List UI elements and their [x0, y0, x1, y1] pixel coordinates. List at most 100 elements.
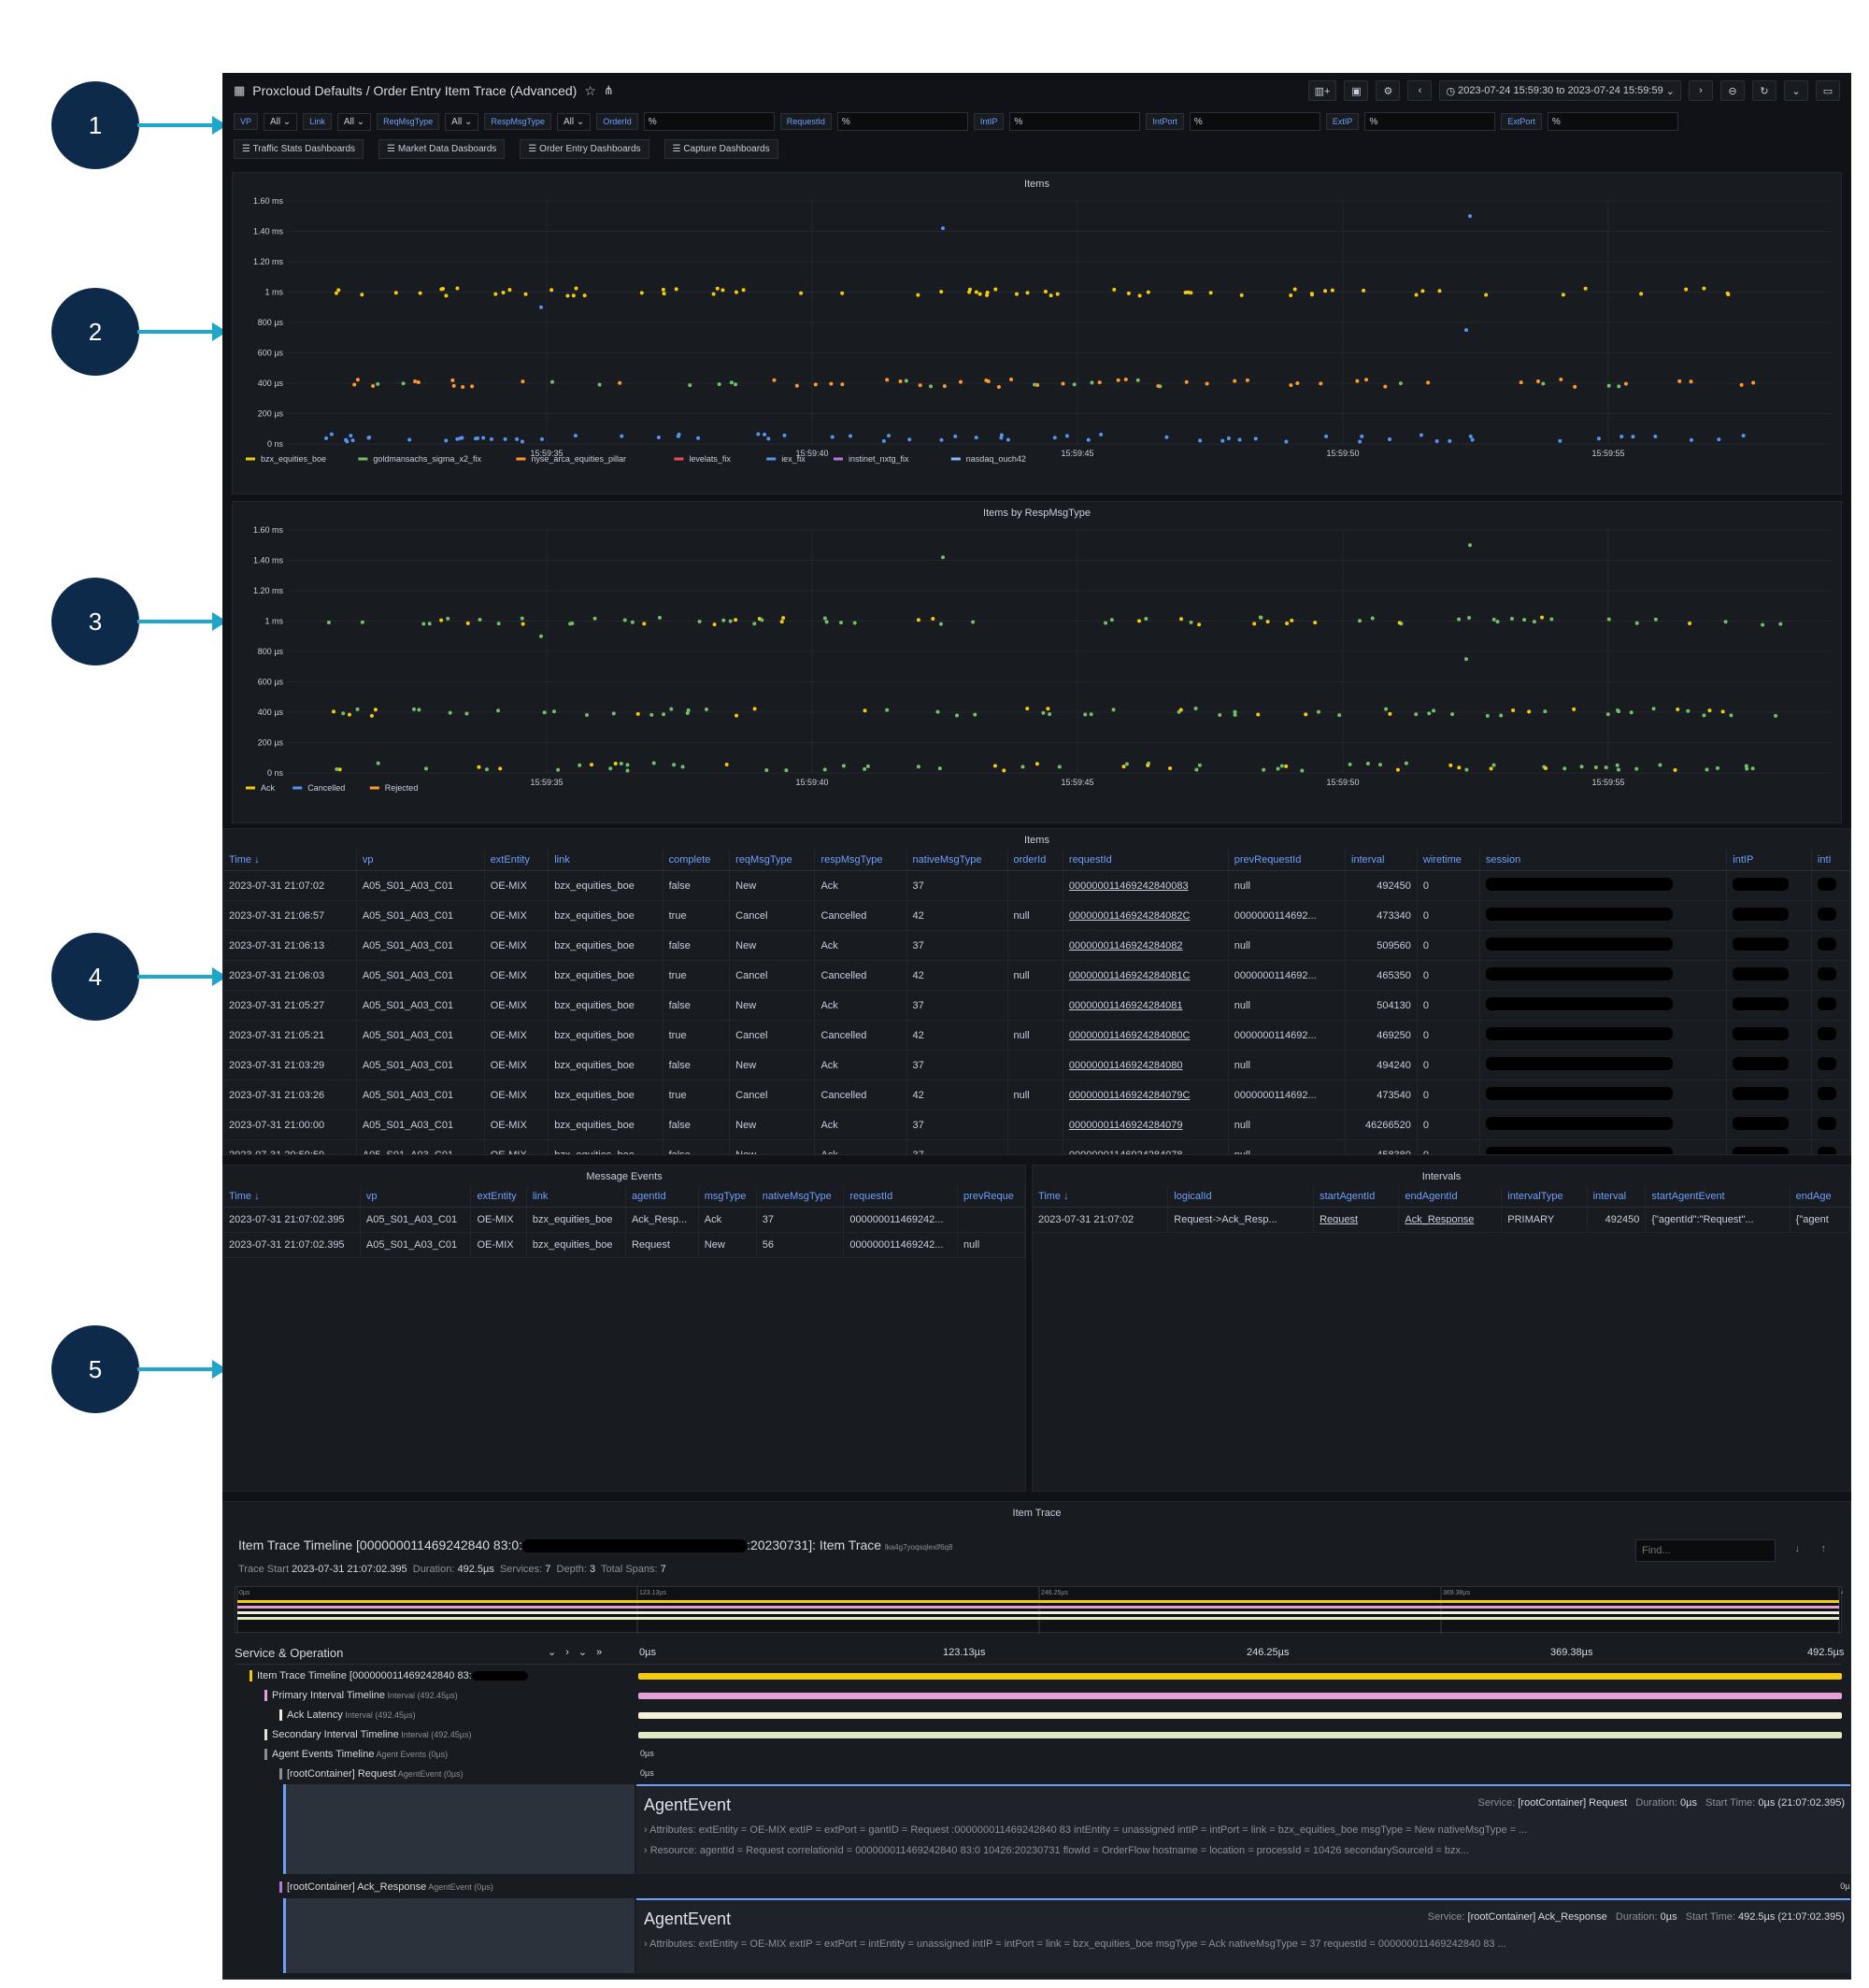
- span-row[interactable]: Agent Events Timeline Agent Events (0µs)…: [235, 1745, 1850, 1765]
- table-row[interactable]: 2023-07-31 21:07:02 A05_S01_A03_C01 OE-MIX…: [223, 870, 1850, 901]
- link-order-entry[interactable]: ☰ Order Entry Dashboards: [520, 138, 649, 159]
- column-header[interactable]: interval: [1587, 1186, 1647, 1208]
- column-header[interactable]: logicalId: [1167, 1186, 1315, 1208]
- column-header[interactable]: Time ↓: [223, 850, 357, 871]
- span-label[interactable]: Agent Events Timeline Agent Events (0µs): [235, 1745, 636, 1765]
- column-header[interactable]: orderId: [1007, 850, 1063, 871]
- span-row[interactable]: Ack Latency Interval (492.45µs): [235, 1706, 1850, 1725]
- column-header[interactable]: startAgentEvent: [1645, 1186, 1791, 1208]
- agent-attributes[interactable]: › Attributes: extEntity = OE-MIX extIP =…: [644, 1824, 1847, 1836]
- column-header[interactable]: startAgentId: [1313, 1186, 1400, 1208]
- var-requestid-input[interactable]: [836, 112, 968, 131]
- column-header[interactable]: endAgentId: [1398, 1186, 1503, 1208]
- var-link-select[interactable]: All ⌄: [336, 112, 372, 131]
- column-header[interactable]: link: [526, 1186, 626, 1208]
- legend-item[interactable]: nyse_arca_equities_pillar: [531, 454, 626, 464]
- zoom-out-icon[interactable]: ⊖: [1720, 80, 1745, 101]
- link-traffic-stats[interactable]: ☰ Traffic Stats Dashboards: [234, 138, 364, 159]
- table-row[interactable]: 2023-07-31 21:07:02.395 A05_S01_A03_C01 OE…: [223, 1207, 1025, 1233]
- legend-item[interactable]: Cancelled: [307, 783, 345, 793]
- var-intport-input[interactable]: [1189, 112, 1320, 131]
- column-header[interactable]: agentId: [625, 1186, 699, 1208]
- span-row-ack-response[interactable]: [rootContainer] Ack_Response AgentEvent …: [235, 1878, 1850, 1897]
- column-header[interactable]: msgType: [698, 1186, 757, 1208]
- time-back-button[interactable]: ‹: [1407, 80, 1433, 101]
- span-label[interactable]: Secondary Interval Timeline Interval (49…: [235, 1725, 636, 1745]
- column-header[interactable]: Time ↓: [223, 1186, 361, 1208]
- span-row[interactable]: Secondary Interval Timeline Interval (49…: [235, 1725, 1850, 1745]
- var-orderid-input[interactable]: [643, 112, 775, 131]
- var-reqmsgtype-select[interactable]: All ⌄: [445, 112, 479, 131]
- table-row[interactable]: 2023-07-31 20:59:59 A05_S01_A03_C01 OE-MIX…: [223, 1139, 1850, 1154]
- column-header[interactable]: intervalType: [1501, 1186, 1588, 1208]
- var-vp-select[interactable]: All ⌄: [264, 112, 298, 131]
- column-header[interactable]: endAge: [1790, 1186, 1850, 1208]
- table-row[interactable]: 2023-07-31 21:00:00 A05_S01_A03_C01 OE-MIX…: [223, 1109, 1850, 1140]
- save-icon[interactable]: ▣: [1344, 80, 1369, 101]
- span-row[interactable]: [rootContainer] Request AgentEvent (0µs)…: [235, 1765, 1850, 1784]
- table-row[interactable]: 2023-07-31 21:06:03 A05_S01_A03_C01 OE-MIX…: [223, 960, 1850, 991]
- span-bar[interactable]: [638, 1712, 1842, 1719]
- column-header[interactable]: interval: [1345, 850, 1418, 871]
- column-header[interactable]: requestId: [1063, 850, 1229, 871]
- legend-item[interactable]: nasdaq_ouch42: [966, 454, 1026, 464]
- table-row[interactable]: 2023-07-31 21:03:26 A05_S01_A03_C01 OE-MIX…: [223, 1080, 1850, 1110]
- span-bar[interactable]: [638, 1732, 1842, 1738]
- var-extport-input[interactable]: [1547, 112, 1678, 131]
- gear-icon[interactable]: ⚙: [1376, 80, 1401, 101]
- column-header[interactable]: intIP: [1726, 850, 1812, 871]
- find-next-icon[interactable]: ↑: [1821, 1543, 1827, 1554]
- column-header[interactable]: prevRequestId: [1228, 850, 1347, 871]
- table-row[interactable]: 2023-07-31 21:05:21 A05_S01_A03_C01 OE-MIX…: [223, 1020, 1850, 1051]
- column-header[interactable]: Time ↓: [1033, 1186, 1169, 1208]
- span-label[interactable]: Item Trace Timeline [000000011469242840 …: [235, 1666, 636, 1686]
- var-extip-input[interactable]: [1364, 112, 1496, 131]
- var-intip-input[interactable]: [1009, 112, 1141, 131]
- refresh-interval-dropdown[interactable]: ⌄: [1784, 80, 1808, 101]
- column-header[interactable]: extEntity: [484, 850, 549, 871]
- span-label[interactable]: [rootContainer] Ack_Response AgentEvent …: [235, 1878, 636, 1897]
- collapse-controls[interactable]: ⌄›⌄»: [548, 1646, 611, 1658]
- span-bar[interactable]: [638, 1673, 1842, 1680]
- dashboards-grid-icon[interactable]: ▦: [234, 83, 245, 98]
- agent-attributes[interactable]: › Attributes: extEntity = OE-MIX extIP =…: [644, 1938, 1847, 1950]
- column-header[interactable]: session: [1479, 850, 1728, 871]
- link-capture[interactable]: ☰ Capture Dashboards: [663, 138, 778, 159]
- refresh-icon[interactable]: ↻: [1752, 80, 1776, 101]
- trace-find-input[interactable]: [1635, 1539, 1776, 1562]
- find-prev-icon[interactable]: ↓: [1795, 1543, 1801, 1554]
- table-row[interactable]: 2023-07-31 21:07:02 Request->Ack_Resp... R…: [1033, 1207, 1850, 1233]
- column-header[interactable]: vp: [356, 850, 485, 871]
- column-header[interactable]: extEntity: [470, 1186, 527, 1208]
- table-row[interactable]: 2023-07-31 21:06:13 A05_S01_A03_C01 OE-MIX…: [223, 930, 1850, 961]
- legend-item[interactable]: instinet_nxtg_fix: [849, 454, 909, 464]
- column-header[interactable]: prevReque: [957, 1186, 1025, 1208]
- span-row[interactable]: Item Trace Timeline [000000011469242840 …: [235, 1666, 1850, 1686]
- column-header[interactable]: nativeMsgType: [756, 1186, 845, 1208]
- span-label[interactable]: [rootContainer] Request AgentEvent (0µs): [235, 1765, 636, 1784]
- trace-minimap[interactable]: 0µs 123.13µs 246.25µs 369.38µs 492.5µs: [235, 1586, 1850, 1634]
- tv-mode-icon[interactable]: ▭: [1816, 80, 1840, 101]
- breadcrumb[interactable]: Proxcloud Defaults / Order Entry Item Tr…: [252, 83, 577, 98]
- legend-item[interactable]: iex_fix: [781, 454, 806, 464]
- legend-item[interactable]: bzx_equities_boe: [261, 454, 326, 464]
- span-row[interactable]: Primary Interval Timeline Interval (492.…: [235, 1686, 1850, 1706]
- var-respmsgtype-select[interactable]: All ⌄: [556, 112, 592, 131]
- time-range-picker[interactable]: ◷ 2023-07-24 15:59:30 to 2023-07-24 15:5…: [1439, 80, 1681, 101]
- table-row[interactable]: 2023-07-31 21:03:29 A05_S01_A03_C01 OE-MIX…: [223, 1050, 1850, 1080]
- column-header[interactable]: wiretime: [1417, 850, 1480, 871]
- span-bar[interactable]: [638, 1693, 1842, 1699]
- add-panel-button[interactable]: ▥+: [1307, 80, 1337, 101]
- column-header[interactable]: complete: [663, 850, 731, 871]
- link-market-data[interactable]: ☰ Market Data Dasboards: [378, 138, 506, 159]
- legend-item[interactable]: goldmansachs_sigma_x2_fix: [373, 454, 481, 464]
- span-label[interactable]: Ack Latency Interval (492.45µs): [235, 1706, 636, 1725]
- column-header[interactable]: respMsgType: [814, 850, 907, 871]
- column-header[interactable]: link: [548, 850, 663, 871]
- table-row[interactable]: 2023-07-31 21:05:27 A05_S01_A03_C01 OE-MIX…: [223, 990, 1850, 1021]
- column-header[interactable]: nativeMsgType: [906, 850, 1008, 871]
- legend-item[interactable]: levelats_fix: [689, 454, 731, 464]
- column-header[interactable]: reqMsgType: [729, 850, 816, 871]
- share-icon[interactable]: ⋔: [604, 83, 614, 98]
- table-row[interactable]: 2023-07-31 21:06:57 A05_S01_A03_C01 OE-MIX…: [223, 900, 1850, 931]
